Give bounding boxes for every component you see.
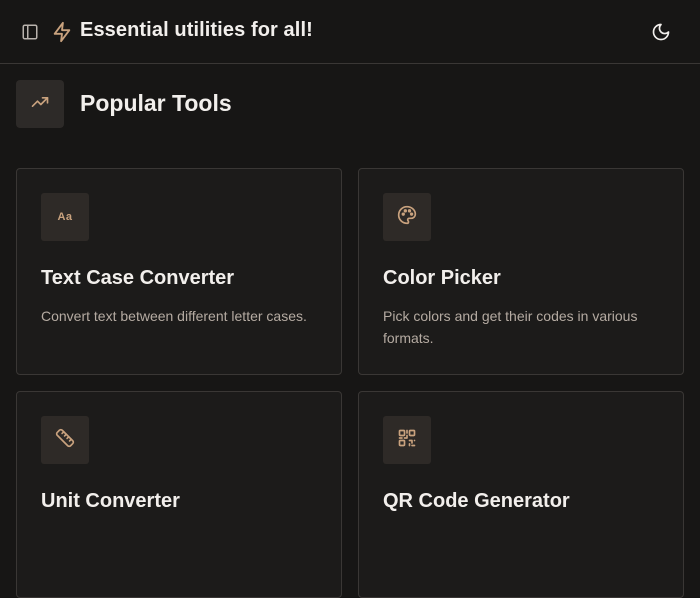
card-icon-box — [383, 416, 431, 464]
card-title: QR Code Generator — [383, 490, 570, 512]
palette-icon — [397, 205, 417, 230]
app-title: Essential utilities for all! — [80, 19, 313, 41]
card-title: Color Picker — [383, 267, 501, 289]
ruler-icon — [55, 428, 75, 453]
card-icon-box — [383, 193, 431, 241]
qr-code-icon — [397, 428, 417, 453]
bolt-icon — [51, 21, 73, 43]
card-icon-box — [41, 416, 89, 464]
card-description: Pick colors and get their codes in vario… — [383, 308, 638, 346]
tool-card-text-case-converter[interactable]: Aa Text Case Converter Convert text betw… — [16, 168, 342, 375]
text-case-icon: Aa — [57, 211, 73, 223]
section-title: Popular Tools — [80, 90, 232, 116]
card-title: Text Case Converter — [41, 267, 235, 289]
tool-card-qr-code-generator[interactable]: QR Code Generator — [358, 391, 684, 598]
moon-icon[interactable] — [650, 21, 672, 43]
card-description: Convert text between different letter ca… — [41, 308, 307, 324]
card-title: Unit Converter — [41, 490, 180, 512]
tool-card-unit-converter[interactable]: Unit Converter — [16, 391, 342, 598]
section-icon-box — [16, 80, 64, 128]
card-icon-box: Aa — [41, 193, 89, 241]
trending-up-icon — [30, 92, 50, 117]
tool-card-color-picker[interactable]: Color Picker Pick colors and get their c… — [358, 168, 684, 375]
app-header: Essential utilities for all! — [0, 0, 700, 64]
sidebar-toggle-icon[interactable] — [20, 22, 40, 42]
